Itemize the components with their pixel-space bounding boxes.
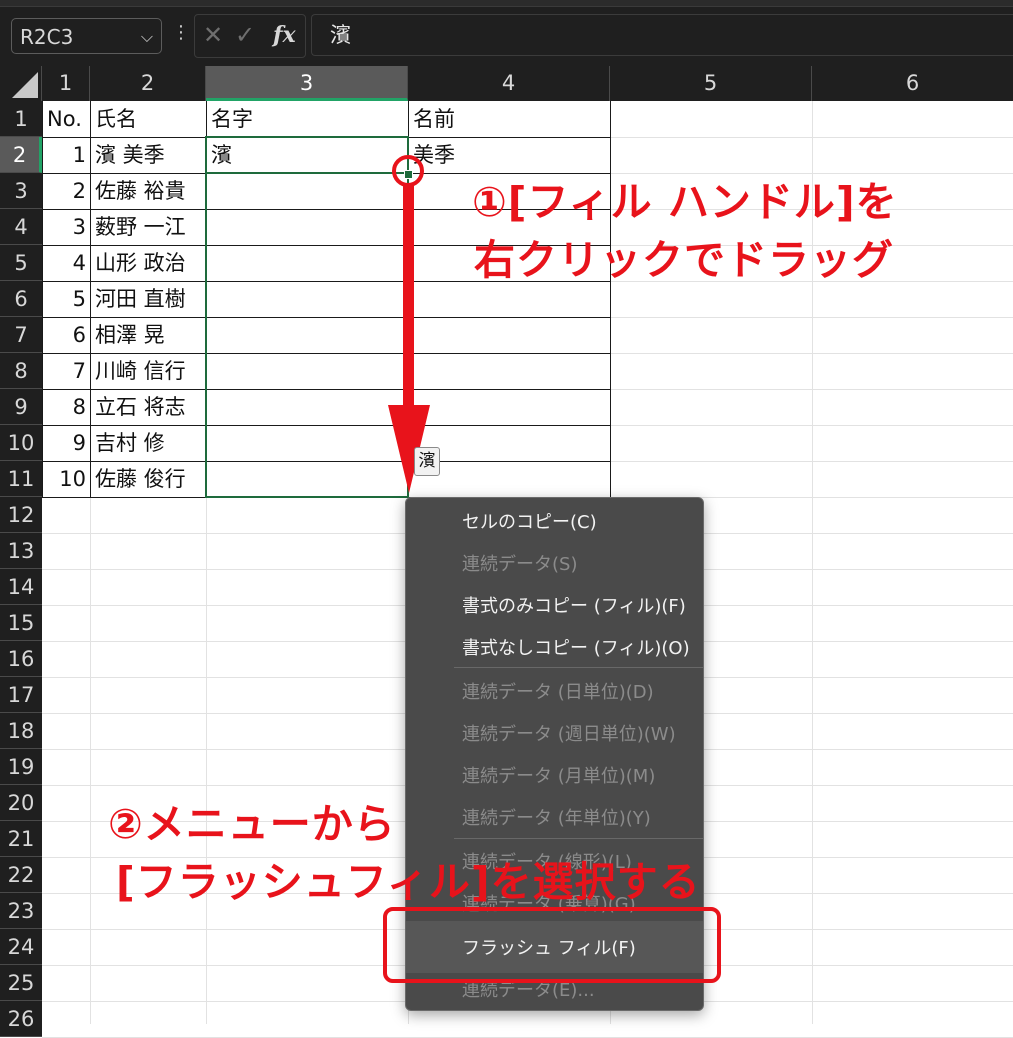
column-header-6[interactable]: 6 [812, 66, 1013, 101]
header-cell[interactable]: 名字 [211, 101, 391, 137]
annotation-step2-line2: [フラッシュフィル]を選択する [116, 858, 701, 906]
insert-function-icon[interactable]: fx [273, 22, 296, 48]
column-header-2[interactable]: 2 [90, 66, 206, 101]
menu-item: 連続データ(S) [462, 554, 578, 575]
formula-input[interactable]: 濱 [311, 14, 1013, 56]
column-header-4[interactable]: 4 [408, 66, 610, 101]
chevron-down-icon[interactable]: ⌵ [141, 19, 153, 55]
name-cell[interactable]: 吉村 修 [95, 425, 205, 461]
row-header-19[interactable]: 19 [0, 749, 42, 785]
select-all-button[interactable] [0, 66, 42, 101]
cancel-icon[interactable]: ✕ [203, 21, 223, 49]
row-header-15[interactable]: 15 [0, 605, 42, 641]
number-cell[interactable]: 8 [42, 389, 86, 425]
menu-item: 連続データ (週日単位)(W) [462, 724, 676, 745]
name-cell[interactable]: 薮野 一江 [95, 209, 205, 245]
row-header-22[interactable]: 22 [0, 857, 42, 893]
column-header-1[interactable]: 1 [42, 66, 90, 101]
row-header-25[interactable]: 25 [0, 965, 42, 1001]
menu-item: 連続データ (月単位)(M) [462, 766, 656, 787]
row-header-12[interactable]: 12 [0, 497, 42, 533]
selected-range [205, 136, 409, 498]
name-cell[interactable]: 佐藤 裕貴 [95, 173, 205, 209]
row-header-4[interactable]: 4 [0, 209, 42, 245]
drag-arrow-shaft [403, 185, 414, 415]
row-header-23[interactable]: 23 [0, 893, 42, 929]
name-cell[interactable]: 河田 直樹 [95, 281, 205, 317]
row-header-3[interactable]: 3 [0, 173, 42, 209]
name-box[interactable]: R2C3 ⌵ [11, 18, 162, 54]
annotation-step1-line1: ①[フィル ハンドル]を [472, 178, 898, 226]
name-cell[interactable]: 濱 美季 [95, 137, 205, 173]
annotation-step1-line2: 右クリックでドラッグ [474, 236, 894, 284]
annotation-step2-line1: ②メニューから [108, 800, 396, 848]
menu-separator [454, 667, 703, 668]
row-header-20[interactable]: 20 [0, 785, 42, 821]
header-cell[interactable]: 名前 [413, 101, 593, 137]
table-border [90, 101, 91, 497]
ribbon-edge [0, 0, 1013, 7]
row-header-17[interactable]: 17 [0, 677, 42, 713]
row-header-8[interactable]: 8 [0, 353, 42, 389]
row-header-9[interactable]: 9 [0, 389, 42, 425]
active-cell[interactable] [205, 136, 409, 174]
fill-preview-tooltip: 濱 [414, 447, 440, 476]
menu-item: 連続データ (年単位)(Y) [462, 808, 651, 829]
name-box-value: R2C3 [20, 25, 74, 49]
row-header-14[interactable]: 14 [0, 569, 42, 605]
name-cell[interactable]: 立石 将志 [95, 389, 205, 425]
number-cell[interactable]: 1 [42, 137, 86, 173]
row-header-5[interactable]: 5 [0, 245, 42, 281]
number-cell[interactable]: 9 [42, 425, 86, 461]
name-cell[interactable]: 相澤 晃 [95, 317, 205, 353]
enter-icon[interactable]: ✓ [235, 21, 255, 49]
flash-fill-highlight-box [383, 907, 721, 983]
menu-item[interactable]: セルのコピー(C) [462, 508, 597, 534]
menu-item[interactable]: 書式のみコピー (フィル)(F) [462, 592, 686, 618]
menu-item[interactable]: 書式なしコピー (フィル)(O) [462, 634, 690, 660]
number-cell[interactable]: 4 [42, 245, 86, 281]
select-all-triangle-icon [12, 72, 38, 98]
number-cell[interactable]: 10 [42, 461, 86, 497]
menu-separator [454, 838, 703, 839]
fill-handle-highlight-circle [392, 155, 424, 187]
menu-item: 連続データ (日単位)(D) [462, 682, 654, 703]
row-header-24[interactable]: 24 [0, 929, 42, 965]
row-header-2[interactable]: 2 [0, 137, 42, 173]
number-cell[interactable]: 6 [42, 317, 86, 353]
formula-bar-area: R2C3 ⌵ ⋮ ✕ ✓ fx 濱 [0, 0, 1013, 66]
row-header-7[interactable]: 7 [0, 317, 42, 353]
number-cell[interactable]: 7 [42, 353, 86, 389]
row-header-10[interactable]: 10 [0, 425, 42, 461]
formula-controls: ✕ ✓ fx [194, 14, 306, 58]
row-header-1[interactable]: 1 [0, 101, 42, 137]
column-header-5[interactable]: 5 [610, 66, 812, 101]
more-options-icon[interactable]: ⋮ [172, 24, 190, 42]
row-header-16[interactable]: 16 [0, 641, 42, 677]
row-header-11[interactable]: 11 [0, 461, 42, 497]
row-header-26[interactable]: 26 [0, 1001, 42, 1037]
row-header-21[interactable]: 21 [0, 821, 42, 857]
table-border [610, 101, 611, 497]
number-cell[interactable]: 2 [42, 173, 86, 209]
row-header-6[interactable]: 6 [0, 281, 42, 317]
column-header-3[interactable]: 3 [206, 66, 408, 101]
number-cell[interactable]: 5 [42, 281, 86, 317]
name-cell[interactable]: 川崎 信行 [95, 353, 205, 389]
number-cell[interactable]: 3 [42, 209, 86, 245]
row-header-18[interactable]: 18 [0, 713, 42, 749]
row-header-13[interactable]: 13 [0, 533, 42, 569]
name-cell[interactable]: 山形 政治 [95, 245, 205, 281]
name-cell[interactable]: 佐藤 俊行 [95, 461, 205, 497]
